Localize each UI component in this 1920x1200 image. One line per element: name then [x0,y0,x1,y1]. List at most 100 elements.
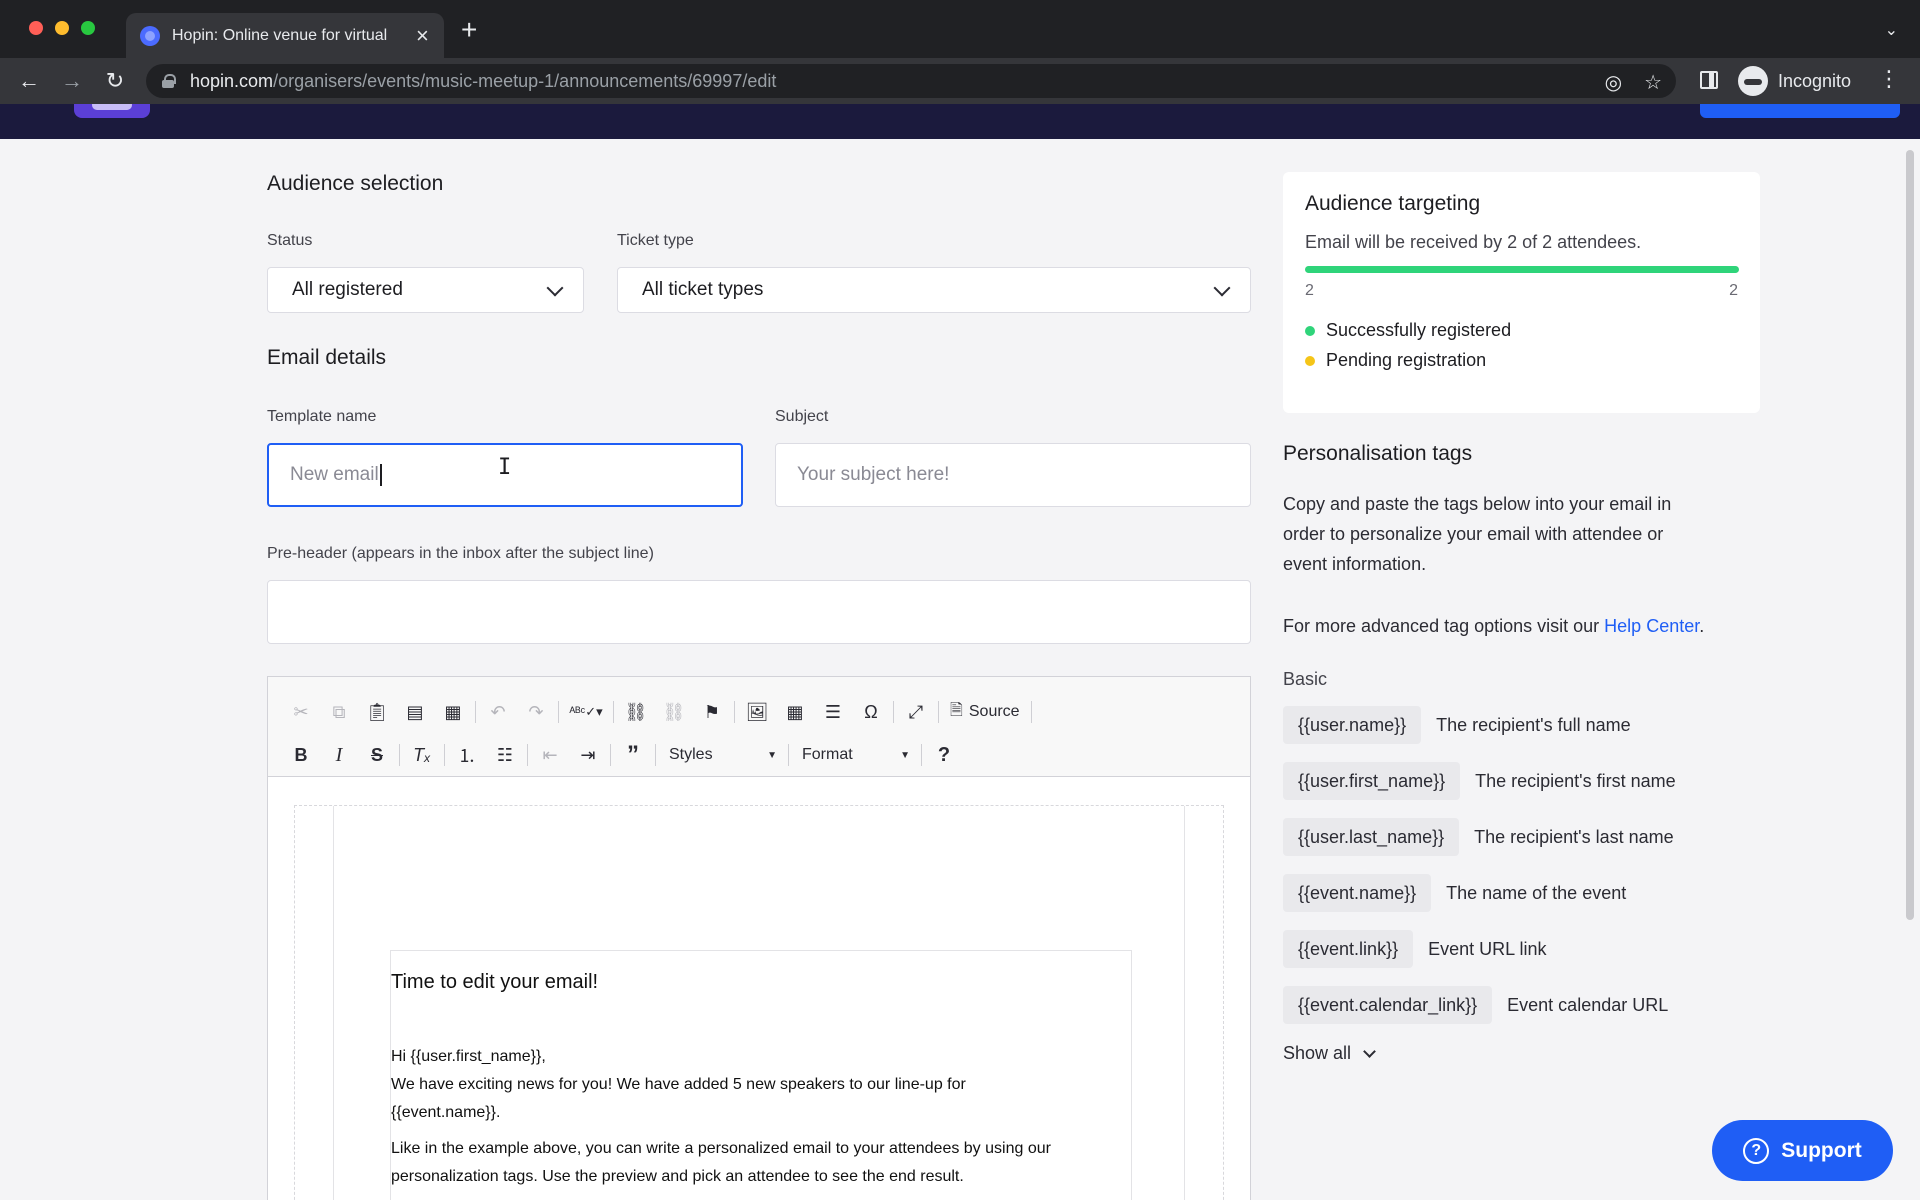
personalisation-tag[interactable]: {{user.name}} [1283,706,1422,744]
bookmark-star-icon[interactable]: ☆ [1644,70,1662,95]
blockquote-icon[interactable]: ” [614,740,652,770]
tag-row: {{event.name}} The name of the event [1283,874,1626,912]
toolbar-separator [527,744,528,766]
lock-icon[interactable] [162,74,176,88]
spellcheck-icon[interactable]: ᴬᴮᶜ✓▾ [562,697,610,727]
toolbar-separator [893,701,894,723]
header-action-button[interactable] [1700,104,1900,118]
preheader-input[interactable] [267,580,1251,644]
support-button[interactable]: ? Support [1712,1120,1893,1181]
personalisation-tag[interactable]: {{event.name}} [1283,874,1432,912]
format-label: Format [802,746,853,763]
email-paragraph-line: Like in the example above, you can write… [391,1140,1051,1157]
image-icon[interactable]: 🖼︎ [738,697,776,727]
side-panel-icon[interactable] [1700,71,1718,89]
copy-icon[interactable]: ⧉ [320,697,358,727]
editor-content-area[interactable]: Time to edit your email! Hi {{user.first… [294,805,1224,1200]
horizontal-line-icon[interactable]: ☰ [814,697,852,727]
link-icon[interactable]: ⛓ [617,697,655,727]
tab-search-chevron-icon[interactable]: ⌄ [1885,20,1898,40]
progress-max-label: 2 [1729,282,1738,299]
incognito-icon [1738,66,1768,96]
toolbar-separator [788,744,789,766]
subject-input[interactable]: Your subject here! [775,443,1251,507]
increase-indent-icon[interactable]: ⇥ [569,740,607,770]
status-dot-icon [1305,325,1315,336]
email-template-frame: Time to edit your email! Hi {{user.first… [333,806,1185,1200]
table-icon[interactable]: ▦ [776,697,814,727]
browser-menu-icon[interactable]: ⋮ [1878,66,1900,92]
personalisation-tag[interactable]: {{user.first_name}} [1283,762,1461,800]
personalisation-tag[interactable]: {{user.last_name}} [1283,818,1460,856]
personalisation-tag[interactable]: {{event.calendar_link}} [1283,986,1493,1024]
cut-icon[interactable]: ✂ [282,697,320,727]
browser-toolbar: ← → ↻ hopin.com /organisers/events/music… [0,58,1920,104]
unlink-icon[interactable]: ⛓ [655,697,693,727]
toolbar-separator [921,744,922,766]
help-circle-icon: ? [1743,1137,1770,1164]
paste-word-icon[interactable]: ▦ [434,697,472,727]
strikethrough-icon[interactable]: S [358,740,396,770]
ticket-type-select[interactable]: All ticket types [617,267,1251,313]
personalisation-tag[interactable]: {{event.link}} [1283,930,1414,968]
rich-text-editor: ✂ ⧉ 📋︎ ▤ ▦ ↶ ↷ ᴬᴮᶜ✓▾ ⛓ ⛓ ⚑ 🖼︎ ▦ ☰ Ω ⤢ 🗎︎… [267,676,1251,1200]
tag-row: {{event.link}} Event URL link [1283,930,1546,968]
bulleted-list-icon[interactable]: ☷ [486,740,524,770]
progress-min-label: 2 [1305,282,1314,299]
chevron-down-icon [546,279,564,297]
tag-description: The recipient's full name [1436,714,1631,735]
address-bar[interactable]: hopin.com /organisers/events/music-meetu… [146,64,1676,98]
help-question-icon[interactable]: ? [925,740,963,770]
hopin-favicon-icon [140,25,160,46]
new-tab-icon[interactable]: + [461,16,477,44]
help-center-link[interactable]: Help Center [1604,616,1699,636]
support-label: Support [1781,1138,1862,1162]
page-scrollbar[interactable] [1906,150,1914,920]
email-paragraph-line: We have exciting news for you! We have a… [391,1076,966,1093]
paste-text-icon[interactable]: ▤ [396,697,434,727]
template-name-placeholder: New email [290,464,379,485]
bold-icon[interactable]: B [282,740,320,770]
hopin-logo[interactable] [74,104,150,118]
special-character-icon[interactable]: Ω [852,697,890,727]
audience-targeting-card: Audience targeting Email will be receive… [1283,172,1760,413]
source-label: Source [968,703,1020,720]
minimize-window-button[interactable] [55,21,69,35]
help-center-note: For more advanced tag options visit our … [1283,611,1763,641]
remove-format-icon[interactable]: Tₓ [403,740,441,770]
italic-icon[interactable]: I [320,740,358,770]
anchor-flag-icon[interactable]: ⚑ [693,697,731,727]
close-tab-icon[interactable]: × [416,24,429,47]
toolbar-separator [655,744,656,766]
browser-tab[interactable]: Hopin: Online venue for virtual × [126,13,444,58]
back-arrow-icon[interactable]: ← [14,66,44,96]
close-window-button[interactable] [29,21,43,35]
description-line: Copy and paste the tags below into your … [1283,494,1672,514]
undo-icon[interactable]: ↶ [479,697,517,727]
tracking-protection-eye-off-icon[interactable]: ◎ [1605,70,1622,95]
paste-icon[interactable]: 📋︎ [358,697,396,727]
decrease-indent-icon[interactable]: ⇤ [531,740,569,770]
numbered-list-icon[interactable]: ⒈ [448,740,486,770]
styles-dropdown[interactable]: Styles ▼ [659,740,785,770]
status-select[interactable]: All registered [267,267,584,313]
email-body[interactable]: Time to edit your email! Hi {{user.first… [390,950,1132,1200]
toolbar-separator [734,701,735,723]
reload-icon[interactable]: ↻ [100,66,130,96]
dropdown-arrow-icon: ▼ [767,749,777,761]
format-dropdown[interactable]: Format ▼ [792,740,918,770]
redo-icon[interactable]: ↷ [517,697,555,727]
help-suffix: . [1699,616,1705,636]
incognito-profile-button[interactable]: Incognito [1738,66,1851,96]
forward-arrow-icon[interactable]: → [57,66,87,96]
show-all-button[interactable]: Show all [1283,1043,1376,1064]
maximize-icon[interactable]: ⤢ [897,697,935,727]
ticket-type-value: All ticket types [642,279,764,300]
source-button[interactable]: 🗎︎ Source [942,699,1028,726]
tag-row: {{user.first_name}} The recipient's firs… [1283,762,1676,800]
styles-label: Styles [669,746,713,763]
audience-selection-title: Audience selection [267,172,444,195]
personalisation-description: Copy and paste the tags below into your … [1283,489,1763,579]
editor-toolbar: ✂ ⧉ 📋︎ ▤ ▦ ↶ ↷ ᴬᴮᶜ✓▾ ⛓ ⛓ ⚑ 🖼︎ ▦ ☰ Ω ⤢ 🗎︎… [268,677,1250,777]
maximize-window-button[interactable] [81,21,95,35]
